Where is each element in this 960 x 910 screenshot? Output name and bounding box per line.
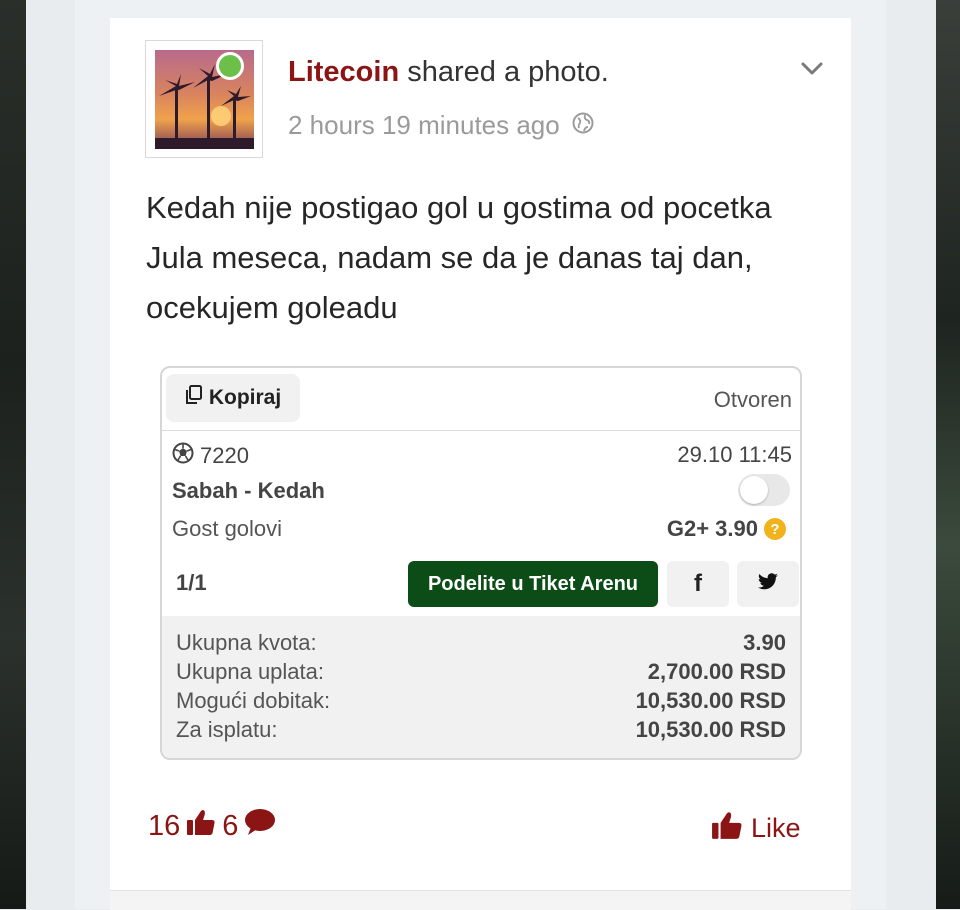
background-left-edge [0, 0, 26, 909]
online-status-dot [216, 52, 244, 80]
post-action-text: shared a photo. [399, 56, 609, 88]
divider [162, 430, 800, 431]
bet-ticket-image: Kopiraj Otvoren 7220 29.10 11:45 Sabah -… [160, 366, 802, 760]
ticket-count: 1/1 [176, 570, 207, 595]
copy-button[interactable]: Kopiraj [166, 374, 300, 422]
comments-count[interactable]: 6 [222, 810, 238, 843]
post-header: Litecoin shared a photo. [288, 56, 609, 89]
chevron-down-icon[interactable] [797, 56, 827, 82]
summary-row: Ukupna kvota: 3.90 [176, 630, 786, 659]
author-link[interactable]: Litecoin [288, 56, 399, 88]
like-button-label: Like [751, 813, 801, 843]
comment-bubble-icon [244, 808, 276, 844]
help-icon[interactable]: ? [764, 518, 786, 540]
facebook-icon: f [694, 570, 702, 597]
match-name: Sabah - Kedah [172, 478, 325, 503]
globe-icon [572, 110, 594, 141]
summary-label: Ukupna kvota: [176, 630, 317, 655]
summary-row: Za isplatu: 10,530.00 RSD [176, 717, 786, 746]
reaction-counts: 16 6 [148, 808, 276, 844]
summary-label: Ukupna uplata: [176, 659, 324, 684]
background-right-edge [936, 0, 960, 909]
facebook-share-button[interactable]: f [667, 561, 729, 607]
avatar[interactable] [145, 40, 263, 158]
ticket-summary: Ukupna kvota: 3.90 Ukupna uplata: 2,700.… [162, 616, 800, 758]
event-id-text: 7220 [200, 443, 249, 468]
like-button[interactable]: Like [711, 810, 801, 847]
summary-value: 10,530.00 RSD [635, 688, 786, 713]
ticket-status: Otvoren [713, 387, 792, 412]
summary-row: Mogući dobitak: 10,530.00 RSD [176, 688, 786, 717]
summary-label: Za isplatu: [176, 717, 278, 742]
event-datetime: 29.10 11:45 [677, 442, 792, 467]
summary-label: Mogući dobitak: [176, 688, 331, 713]
share-tiket-arena-button[interactable]: Podelite u Tiket Arenu [408, 561, 658, 607]
copy-button-label: Kopiraj [208, 386, 282, 409]
pick-odds-text: G2+ 3.90 [666, 516, 758, 541]
soccer-ball-icon [172, 442, 194, 470]
post-body-text: Kedah nije postigao gol u gostima od poc… [146, 190, 772, 325]
twitter-share-button[interactable] [737, 561, 799, 607]
market-name: Gost golovi [172, 516, 283, 541]
toggle-knob [740, 476, 768, 504]
copy-icon [185, 385, 203, 411]
summary-row: Ukupna uplata: 2,700.00 RSD [176, 659, 786, 688]
timestamp-text[interactable]: 2 hours 19 minutes ago [288, 110, 560, 141]
twitter-icon [757, 572, 779, 596]
next-card-edge [110, 890, 851, 910]
thumbs-up-icon [186, 808, 216, 844]
thumbs-up-icon [711, 810, 743, 847]
summary-value: 10,530.00 RSD [635, 717, 786, 742]
summary-value: 2,700.00 RSD [647, 659, 786, 684]
toggle-switch[interactable] [738, 474, 790, 506]
post-timestamp: 2 hours 19 minutes ago [288, 110, 594, 141]
event-id: 7220 [172, 442, 249, 470]
summary-value: 3.90 [743, 630, 786, 655]
pick-odds: G2+ 3.90 ? [667, 516, 786, 542]
likes-count[interactable]: 16 [148, 810, 180, 843]
